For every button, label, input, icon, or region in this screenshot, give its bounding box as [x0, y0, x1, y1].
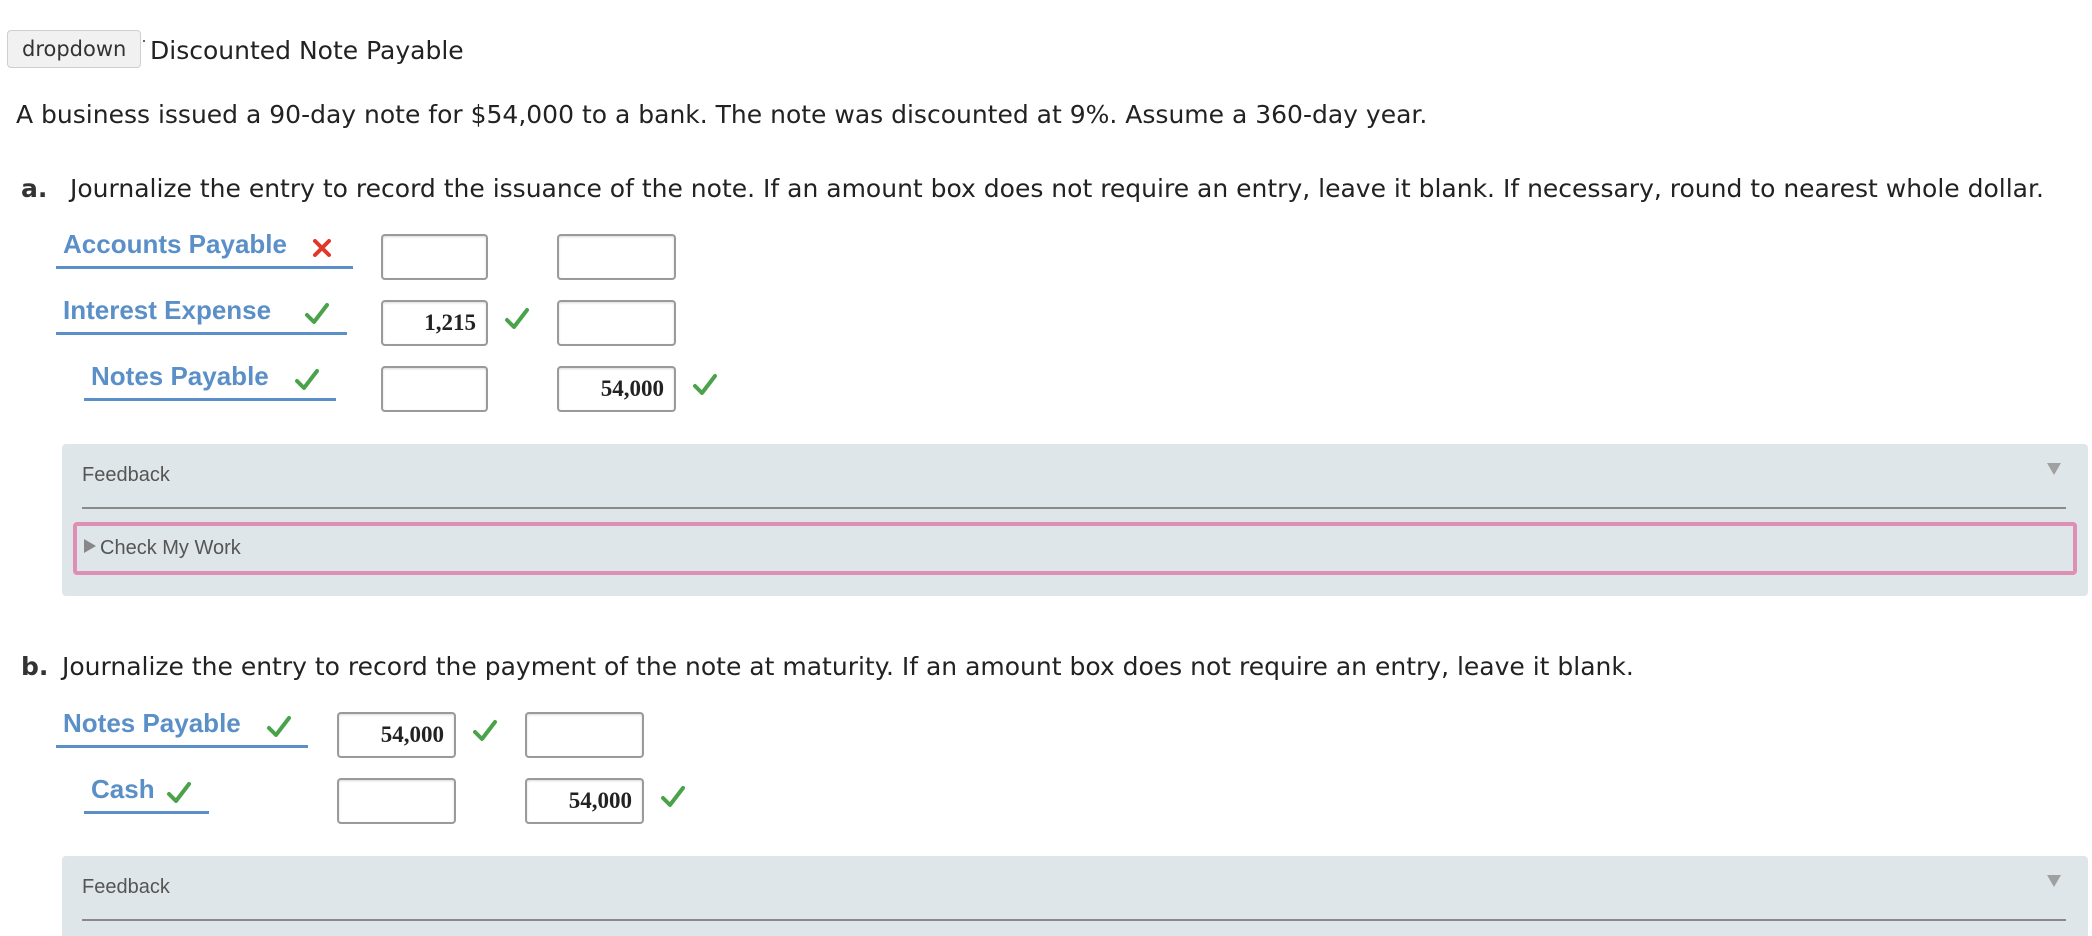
part-a-letter: a.: [21, 174, 48, 203]
dropdown-button[interactable]: dropdown: [7, 30, 142, 68]
account-underline: [84, 811, 209, 814]
credit-input[interactable]: [557, 234, 676, 280]
debit-input[interactable]: 1,215: [381, 300, 488, 346]
credit-input[interactable]: 54,000: [525, 778, 644, 824]
page-title: Discounted Note Payable: [150, 36, 464, 65]
check-my-work-toggle[interactable]: Check My Work: [73, 522, 2077, 575]
account-label: Notes Payable: [63, 708, 241, 738]
account-underline: [84, 398, 336, 401]
feedback-label: Feedback: [82, 464, 170, 486]
debit-input[interactable]: [381, 366, 488, 412]
account-select-cash[interactable]: Cash: [84, 774, 209, 814]
account-select-notes-payable[interactable]: Notes Payable: [84, 361, 336, 401]
account-select-accounts-payable[interactable]: Accounts Payable: [56, 229, 353, 269]
account-select-interest-expense[interactable]: Interest Expense: [56, 295, 347, 335]
feedback-panel-a: Feedback Check My Work: [62, 444, 2088, 596]
account-label: Cash: [91, 774, 155, 804]
debit-input[interactable]: [337, 778, 456, 824]
check-icon: [267, 716, 291, 737]
check-icon: [473, 720, 497, 741]
triangle-down-icon[interactable]: [2046, 462, 2062, 476]
account-select-notes-payable[interactable]: Notes Payable: [56, 708, 308, 748]
feedback-label: Feedback: [82, 876, 170, 898]
debit-input[interactable]: [381, 234, 488, 280]
check-icon: [693, 374, 717, 395]
dropdown-tick: [143, 40, 145, 42]
triangle-down-icon[interactable]: [2046, 874, 2062, 888]
credit-input[interactable]: [557, 300, 676, 346]
check-icon: [295, 369, 319, 390]
check-icon: [661, 786, 685, 807]
debit-input[interactable]: 54,000: [337, 712, 456, 758]
account-label: Interest Expense: [63, 295, 272, 325]
credit-input[interactable]: 54,000: [557, 366, 676, 412]
credit-input[interactable]: [525, 712, 644, 758]
check-icon: [505, 308, 529, 329]
check-icon: [305, 303, 329, 324]
part-b-letter: b.: [21, 652, 49, 681]
check-my-work-label: Check My Work: [100, 537, 241, 559]
account-underline: [56, 266, 353, 269]
feedback-divider: [82, 919, 2066, 921]
account-label: Accounts Payable: [63, 229, 287, 259]
feedback-panel-b: Feedback: [62, 856, 2088, 936]
check-icon: [167, 782, 191, 803]
part-a-instructions: Journalize the entry to record the issua…: [70, 174, 2044, 203]
triangle-right-icon: [84, 539, 96, 553]
x-icon: [313, 239, 331, 257]
problem-intro: A business issued a 90-day note for $54,…: [16, 100, 1428, 129]
account-underline: [56, 332, 347, 335]
part-b-instructions: Journalize the entry to record the payme…: [62, 652, 1634, 681]
account-label: Notes Payable: [91, 361, 269, 391]
feedback-divider: [82, 507, 2066, 509]
account-underline: [56, 745, 308, 748]
